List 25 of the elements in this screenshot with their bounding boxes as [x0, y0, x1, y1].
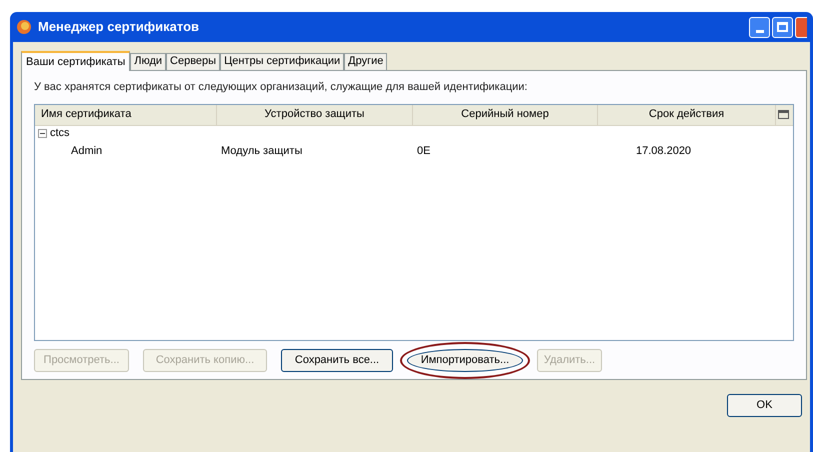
window-title: Менеджер сертификатов: [38, 18, 200, 36]
column-picker-icon[interactable]: [778, 110, 789, 119]
column-header[interactable]: Имя сертификата: [35, 104, 217, 124]
table-cell: Модуль защиты: [221, 145, 302, 158]
group-name[interactable]: ctcs: [50, 125, 70, 142]
table-cell: Admin: [71, 145, 102, 158]
minimize-button[interactable]: [749, 16, 770, 38]
column-header[interactable]: Серийный номер: [413, 104, 598, 124]
table-cell: 17.08.2020: [636, 145, 692, 158]
collapse-icon[interactable]: [38, 129, 47, 138]
tab[interactable]: Люди: [130, 53, 166, 70]
table-cell: 0E: [417, 145, 430, 158]
column-header[interactable]: Устройство защиты: [217, 104, 413, 124]
certificate-row[interactable]: Admin Модуль защиты 0E 17.08.2020: [35, 142, 793, 162]
action-button[interactable]: Сохранить все...: [281, 348, 393, 372]
description-text: У вас хранятся сертификаты от следующих организаций, служащие для вашей идентификации:: [34, 80, 528, 95]
close-button[interactable]: [795, 16, 807, 38]
column-header[interactable]: Срок действия: [598, 104, 776, 124]
tab[interactable]: Ваши сертификаты: [21, 51, 130, 71]
ok-button[interactable]: OK: [727, 394, 802, 417]
tab[interactable]: Центры сертификации: [220, 53, 344, 70]
app-icon: [16, 19, 32, 35]
maximize-button[interactable]: [772, 16, 793, 38]
tab[interactable]: Другие: [344, 53, 388, 70]
tab[interactable]: Серверы: [166, 53, 220, 70]
